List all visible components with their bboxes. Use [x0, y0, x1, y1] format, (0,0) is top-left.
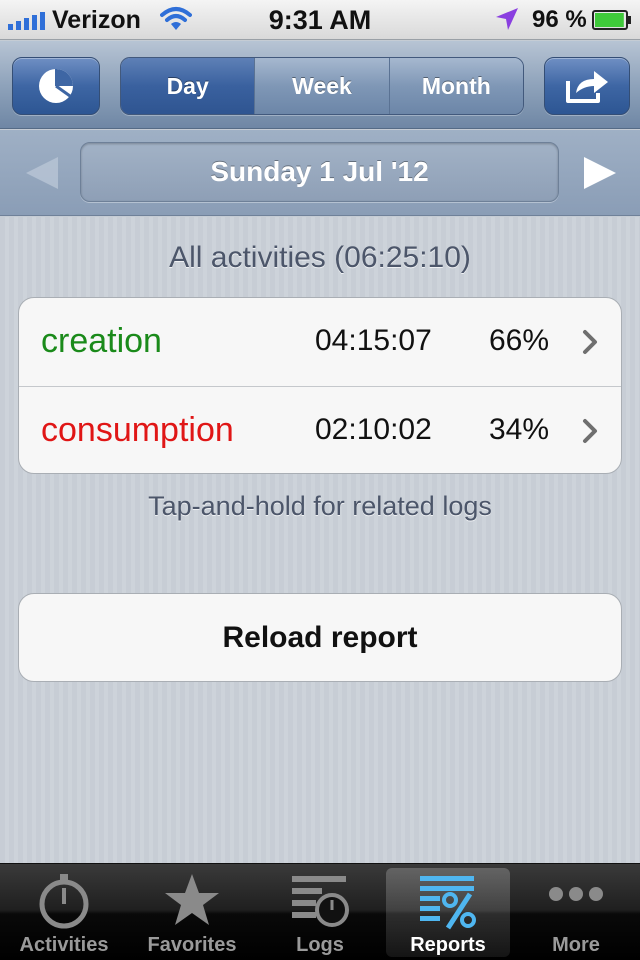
date-bar: Sunday 1 Jul '12 — [0, 130, 640, 216]
location-arrow-icon — [496, 8, 518, 30]
report-header: All activities (06:25:10) — [169, 241, 471, 274]
tab-favorites[interactable]: Favorites — [128, 864, 256, 960]
chevron-right-icon — [583, 419, 597, 443]
activity-percent: 66% — [489, 324, 550, 357]
tab-label: Logs — [296, 934, 344, 956]
more-dots-icon — [549, 887, 603, 901]
hint-text: Tap-and-hold for related logs — [148, 491, 492, 521]
tab-bar: Activities Favorites Logs Reports More — [0, 863, 640, 960]
period-segmented-control: Day Week Month — [120, 57, 524, 115]
tab-label: Activities — [19, 934, 109, 956]
tab-more[interactable]: More — [512, 864, 640, 960]
segment-month[interactable]: Month — [388, 58, 523, 114]
activity-time: 02:10:02 — [315, 413, 432, 446]
tab-activities[interactable]: Activities — [0, 864, 128, 960]
previous-day-arrow-icon[interactable] — [22, 154, 62, 192]
share-button[interactable] — [544, 57, 630, 115]
table-row[interactable]: creation 04:15:07 66% — [19, 298, 621, 386]
tab-label: Reports — [410, 934, 486, 956]
segment-week[interactable]: Week — [254, 58, 389, 114]
stopwatch-icon — [39, 874, 89, 929]
next-day-arrow-icon[interactable] — [580, 154, 620, 192]
battery-percentage: 96 % — [532, 6, 587, 33]
report-content: All activities (06:25:10) creation 04:15… — [0, 217, 640, 863]
pie-chart-icon — [39, 69, 73, 103]
percent-icon — [420, 876, 476, 930]
share-icon — [566, 71, 608, 103]
activities-table: creation 04:15:07 66% consumption 02:10:… — [18, 297, 622, 474]
logs-icon — [292, 876, 349, 927]
tab-label: Favorites — [147, 934, 237, 956]
tab-label: More — [552, 934, 600, 956]
table-row[interactable]: consumption 02:10:02 34% — [19, 386, 621, 473]
tab-logs[interactable]: Logs — [256, 864, 384, 960]
activity-name: consumption — [41, 411, 234, 449]
reload-report-button[interactable]: Reload report — [18, 593, 622, 682]
chevron-right-icon — [583, 330, 597, 354]
activity-name: creation — [41, 322, 162, 360]
battery-icon — [592, 10, 631, 30]
tab-reports[interactable]: Reports — [386, 868, 510, 957]
current-date-label[interactable]: Sunday 1 Jul '12 — [80, 142, 559, 202]
pie-chart-button[interactable] — [12, 57, 100, 115]
activity-time: 04:15:07 — [315, 324, 432, 357]
activity-percent: 34% — [489, 413, 550, 446]
star-icon — [165, 874, 219, 925]
segment-day[interactable]: Day — [121, 58, 255, 114]
nav-bar: Day Week Month — [0, 41, 640, 129]
status-bar: Verizon 9:31 AM 96 % — [0, 0, 640, 40]
